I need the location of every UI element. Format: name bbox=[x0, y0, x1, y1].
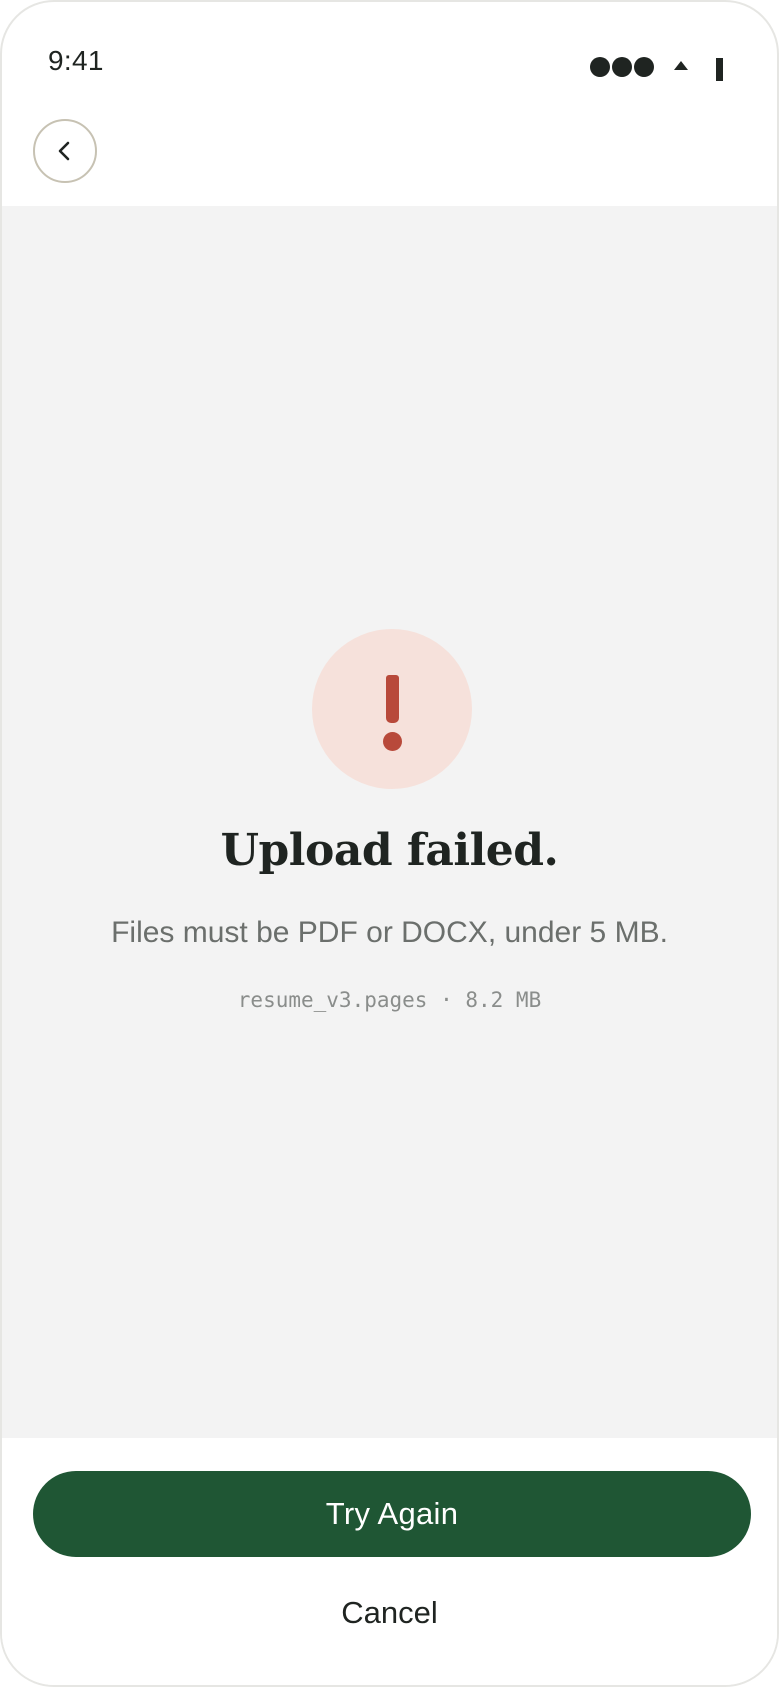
file-info: resume_v3.pages · 8.2 MB bbox=[237, 988, 542, 1012]
status-time: 9:41 bbox=[48, 45, 104, 76]
cancel-button[interactable]: Cancel bbox=[2, 1595, 777, 1631]
try-again-button[interactable]: Try Again bbox=[33, 1471, 751, 1557]
phone-frame: 9:41 Upload failed. Files must be PDF or… bbox=[0, 0, 779, 1687]
main-content: Upload failed. Files must be PDF or DOCX… bbox=[2, 206, 777, 1438]
battery-icon bbox=[716, 58, 723, 81]
status-bar: 9:41 bbox=[2, 2, 777, 110]
error-message: Files must be PDF or DOCX, under 5 MB. bbox=[111, 916, 668, 949]
status-icons bbox=[590, 52, 723, 81]
wifi-icon bbox=[674, 60, 688, 70]
nav-header bbox=[2, 110, 777, 206]
signal-dot-icon bbox=[612, 56, 632, 77]
signal-dot-icon bbox=[634, 56, 654, 77]
exclamation-dot bbox=[383, 732, 402, 751]
signal-dot-icon bbox=[590, 56, 610, 77]
chevron-left-icon bbox=[58, 141, 70, 161]
error-badge bbox=[312, 629, 472, 789]
exclamation-icon bbox=[386, 675, 399, 723]
footer-actions: Try Again Cancel bbox=[2, 1438, 777, 1685]
back-button[interactable] bbox=[33, 119, 97, 183]
page-title: Upload failed. bbox=[220, 825, 559, 876]
